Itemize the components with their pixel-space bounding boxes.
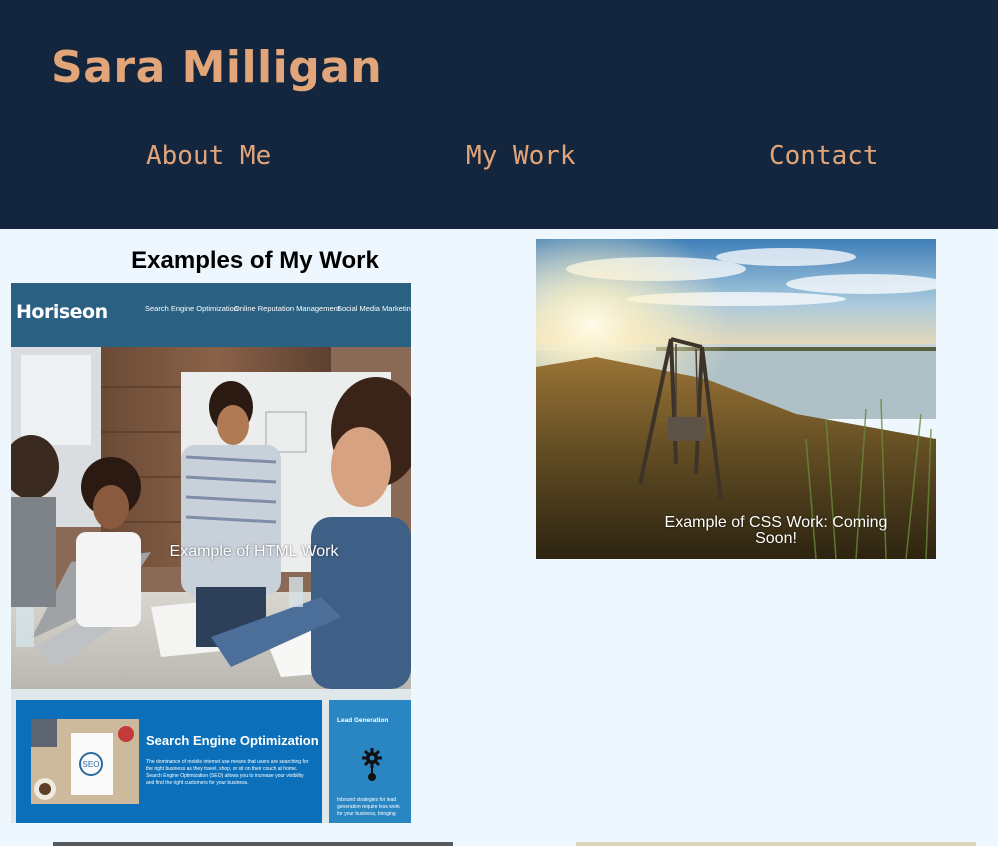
site-header: Sara Milligan About Me My Work Contact <box>0 0 998 229</box>
work-section-title: Examples of My Work <box>131 247 379 274</box>
horiseon-lead-text: Inbound strategies for lead generation r… <box>337 797 400 817</box>
seo-badge-text: SEO <box>83 760 100 769</box>
nav-link-my-work[interactable]: My Work <box>466 136 576 176</box>
horiseon-services: SEO Search Engine Optimization The domin… <box>11 689 411 823</box>
horiseon-seo-card: SEO Search Engine Optimization The domin… <box>16 700 322 823</box>
next-work-image-right <box>576 842 976 846</box>
nav-link-about-me[interactable]: About Me <box>146 136 271 176</box>
swing-landscape-image <box>536 239 936 559</box>
css-work-caption: Example of CSS Work: Coming Soon! <box>664 514 888 547</box>
site-title: Sara Milligan <box>51 42 383 93</box>
next-work-image-left <box>53 842 453 846</box>
horiseon-seo-title: Search Engine Optimization <box>146 733 319 748</box>
seo-desk-image: SEO <box>31 719 139 804</box>
horiseon-nav-item: Online Reputation Management <box>234 304 340 313</box>
lead-gear-icon <box>362 748 382 781</box>
horiseon-nav-item: Social Media Marketing <box>337 304 411 313</box>
html-work-card[interactable]: Horiseon Search Engine Optimization Onli… <box>11 283 411 823</box>
horiseon-seo-text: The dominance of mobile internet use mea… <box>146 759 309 786</box>
horiseon-logo: Horiseon <box>16 301 108 323</box>
horiseon-lead-card: Lead Generation Inbound strategies for l… <box>329 700 411 823</box>
horiseon-nav-item: Search Engine Optimization <box>145 304 238 313</box>
horiseon-header: Horiseon Search Engine Optimization Onli… <box>11 283 411 347</box>
horiseon-lead-title: Lead Generation <box>337 717 389 724</box>
nav-link-contact[interactable]: Contact <box>769 136 879 176</box>
html-work-caption: Example of HTML Work <box>169 543 339 560</box>
horiseon-hero-image <box>11 347 411 689</box>
css-work-card[interactable]: Example of CSS Work: Coming Soon! <box>536 239 936 559</box>
